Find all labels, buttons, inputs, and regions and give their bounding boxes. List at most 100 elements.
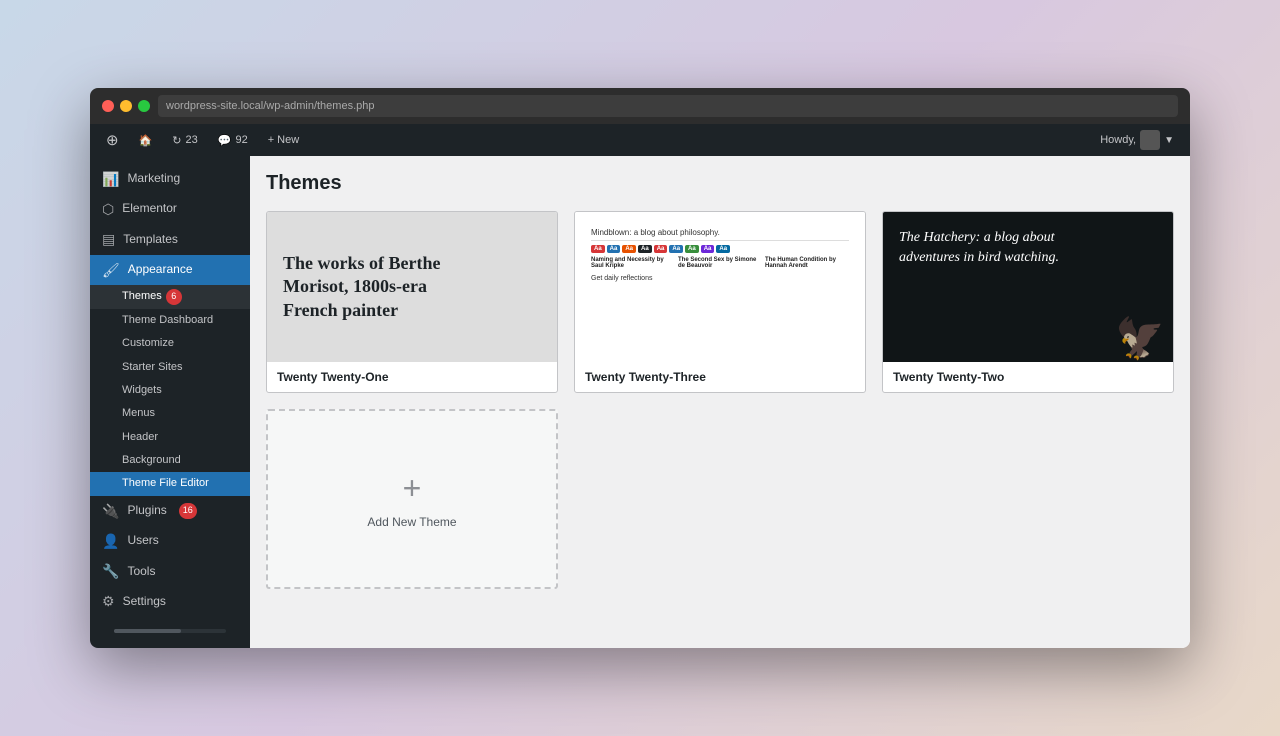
howdy-label: Howdy,: [1100, 134, 1136, 146]
blog-cta: Get daily reflections: [591, 275, 849, 282]
scroll-thumb: [114, 629, 181, 633]
sidebar-item-settings[interactable]: ⚙ Settings: [90, 586, 250, 616]
sidebar-subitem-background-label: Background: [122, 453, 181, 468]
sidebar-item-settings-label: Settings: [123, 594, 166, 610]
theme-name-twentytwentytwo: Twenty Twenty-Two: [883, 362, 1173, 392]
sidebar-item-templates[interactable]: ▤ Templates: [90, 224, 250, 254]
sidebar-subitem-theme-dashboard[interactable]: Theme Dashboard: [90, 309, 250, 332]
sidebar-item-elementor-label: Elementor: [122, 201, 177, 217]
main-area: Themes The works of Berthe Morisot, 1800…: [250, 156, 1190, 648]
color-palette: Aa Aa Aa Aa Aa Aa Aa Aa Aa: [591, 245, 849, 253]
browser-window: wordpress-site.local/wp-admin/themes.php…: [90, 88, 1190, 648]
close-dot[interactable]: [102, 100, 114, 112]
berthe-preview-text: The works of Berthe Morisot, 1800s-era F…: [283, 252, 483, 322]
sidebar-item-elementor[interactable]: ⬡ Elementor: [90, 194, 250, 224]
page-header: Themes: [266, 172, 1174, 195]
wp-admin-layout: ⊕ 🏠 My Site ↻ 23 💬 92 + New Howdy,: [90, 124, 1190, 648]
sidebar-subitem-menus-label: Menus: [122, 406, 155, 421]
appearance-icon: 🖌: [102, 261, 120, 279]
page-title: Themes: [266, 172, 342, 195]
maximize-dot[interactable]: [138, 100, 150, 112]
sidebar-subitem-starter-sites[interactable]: Starter Sites: [90, 356, 250, 379]
sidebar-subitem-customize-label: Customize: [122, 336, 174, 351]
users-icon: 👤: [102, 532, 119, 550]
admin-bar-right: Howdy, ▼: [1092, 124, 1182, 156]
sidebar-item-users[interactable]: 👤 Users: [90, 526, 250, 556]
add-theme-row: + Add New Theme: [266, 409, 1174, 589]
howdy-button[interactable]: Howdy, ▼: [1092, 124, 1182, 156]
sidebar-subitem-widgets-label: Widgets: [122, 383, 162, 398]
sidebar-item-tools[interactable]: 🔧 Tools: [90, 556, 250, 586]
theme-card-twentytwentythree[interactable]: Mindblown: a blog about philosophy. Aa A…: [574, 211, 866, 393]
blog-posts-grid: Naming and Necessity by Saul Kripke The …: [591, 257, 849, 271]
blog-post-1: Naming and Necessity by Saul Kripke: [591, 257, 675, 271]
color-scheme-buttons: [90, 645, 250, 648]
add-new-theme-card[interactable]: + Add New Theme: [266, 409, 558, 589]
sidebar-item-users-label: Users: [127, 533, 158, 549]
sidebar-item-appearance[interactable]: 🖌 Appearance: [90, 255, 250, 285]
sidebar-item-tools-label: Tools: [127, 564, 155, 580]
comments-icon: 💬: [218, 134, 232, 147]
sidebar-subitem-header-label: Header: [122, 430, 158, 445]
tools-icon: 🔧: [102, 562, 119, 580]
sidebar-subitem-themes-label: Themes: [122, 289, 162, 304]
theme-name-twentytwentyone: Twenty Twenty-One: [267, 362, 557, 392]
marketing-icon: 📊: [102, 170, 119, 188]
add-theme-icon: +: [403, 470, 422, 507]
sidebar-subitem-menus[interactable]: Menus: [90, 402, 250, 425]
blog-post-2: The Second Sex by Simone de Beauvoir: [678, 257, 762, 271]
theme-preview-twentytwentytwo: The Hatchery: a blog about adventures in…: [883, 212, 1173, 362]
browser-dots: [102, 100, 150, 112]
home-icon: 🏠: [139, 134, 153, 147]
sidebar-subitem-theme-dashboard-label: Theme Dashboard: [122, 313, 213, 328]
sidebar-subitem-theme-file-editor[interactable]: Theme File Editor: [90, 472, 250, 495]
elementor-icon: ⬡: [102, 200, 114, 218]
blog-header: Mindblown: a blog about philosophy.: [591, 228, 849, 241]
sidebar-item-marketing[interactable]: 📊 Marketing: [90, 164, 250, 194]
user-avatar: [1140, 130, 1160, 150]
updates-button[interactable]: ↻ 23: [164, 124, 205, 156]
settings-icon: ⚙: [102, 592, 115, 610]
blog-preview: Mindblown: a blog about philosophy. Aa A…: [583, 220, 857, 290]
sidebar-item-plugins-label: Plugins: [127, 503, 166, 519]
theme-preview-twentytwentyone: The works of Berthe Morisot, 1800s-era F…: [267, 212, 557, 362]
theme-preview-twentytwentythree: Mindblown: a blog about philosophy. Aa A…: [575, 212, 865, 362]
theme-card-twentytwentyone[interactable]: The works of Berthe Morisot, 1800s-era F…: [266, 211, 558, 393]
sidebar-subitem-customize[interactable]: Customize: [90, 332, 250, 355]
themes-grid: The works of Berthe Morisot, 1800s-era F…: [266, 211, 1174, 393]
new-content-button[interactable]: + New: [260, 124, 308, 156]
plugins-icon: 🔌: [102, 502, 119, 520]
sidebar-item-plugins[interactable]: 🔌 Plugins 16: [90, 496, 250, 526]
home-button[interactable]: 🏠 My Site: [131, 124, 161, 156]
sidebar-subitem-themes[interactable]: Themes 6: [90, 285, 250, 309]
sidebar-item-templates-label: Templates: [123, 232, 178, 248]
plugins-badge: 16: [179, 503, 197, 519]
browser-chrome: wordpress-site.local/wp-admin/themes.php: [90, 88, 1190, 124]
sidebar-subitem-header[interactable]: Header: [90, 426, 250, 449]
sidebar-item-appearance-label: Appearance: [128, 262, 193, 278]
sidebar-item-marketing-label: Marketing: [127, 171, 180, 187]
theme-name-twentytwentythree: Twenty Twenty-Three: [575, 362, 865, 392]
url-text: wordpress-site.local/wp-admin/themes.php: [166, 100, 374, 112]
updates-icon: ↻: [172, 134, 181, 147]
address-bar[interactable]: wordpress-site.local/wp-admin/themes.php: [158, 95, 1178, 117]
admin-top-bar: ⊕ 🏠 My Site ↻ 23 💬 92 + New Howdy,: [90, 124, 1190, 156]
theme-card-twentytwentytwo[interactable]: The Hatchery: a blog about adventures in…: [882, 211, 1174, 393]
wp-logo-button[interactable]: ⊕: [98, 124, 127, 156]
blog-post-3: The Human Condition by Hannah Arendt: [765, 257, 849, 271]
sidebar-subitem-background[interactable]: Background: [90, 449, 250, 472]
themes-badge: 6: [166, 289, 182, 305]
sidebar-subitem-starter-sites-label: Starter Sites: [122, 360, 183, 375]
main-content: Themes The works of Berthe Morisot, 1800…: [250, 156, 1190, 648]
wp-logo-icon: ⊕: [106, 131, 119, 149]
user-options-icon: ▼: [1164, 135, 1174, 146]
comments-button[interactable]: 💬 92: [210, 124, 256, 156]
scroll-indicator: [114, 629, 226, 633]
sidebar-subitem-widgets[interactable]: Widgets: [90, 379, 250, 402]
minimize-dot[interactable]: [120, 100, 132, 112]
hatchery-preview-text: The Hatchery: a blog about adventures in…: [899, 228, 1067, 267]
sidebar-subitem-theme-file-editor-label: Theme File Editor: [122, 476, 209, 491]
comments-count: 92: [235, 134, 247, 146]
templates-icon: ▤: [102, 230, 115, 248]
add-theme-label: Add New Theme: [367, 515, 456, 529]
